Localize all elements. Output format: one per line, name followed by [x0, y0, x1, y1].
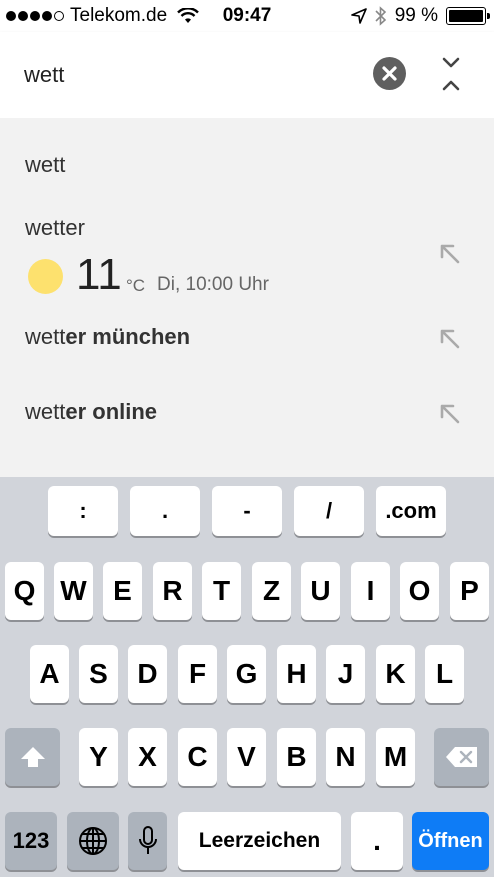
- fill-query-arrow-icon[interactable]: [438, 327, 464, 353]
- key-x[interactable]: X: [128, 728, 167, 786]
- key-slash[interactable]: /: [294, 486, 364, 536]
- key-f[interactable]: F: [178, 645, 217, 703]
- bluetooth-icon: [375, 6, 386, 26]
- key-a[interactable]: A: [30, 645, 69, 703]
- backspace-icon: [445, 747, 477, 767]
- suggestion-item[interactable]: wett: [25, 152, 65, 178]
- suggestion-text: wett: [25, 152, 66, 177]
- key-d[interactable]: D: [128, 645, 167, 703]
- microphone-icon: [138, 826, 157, 854]
- key-dotcom[interactable]: .com: [376, 486, 446, 536]
- suggestion-completion: er online: [65, 399, 158, 424]
- status-icons: 99 %: [350, 5, 490, 27]
- numbers-key[interactable]: 123: [5, 812, 57, 870]
- key-u[interactable]: U: [301, 562, 340, 620]
- collapse-icon: [442, 57, 460, 91]
- suggestion-prefix: wett: [25, 399, 66, 424]
- key-i[interactable]: I: [351, 562, 390, 620]
- key-t[interactable]: T: [202, 562, 241, 620]
- space-key[interactable]: Leerzeichen: [178, 812, 341, 870]
- temperature-unit: °C: [126, 276, 146, 295]
- key-e[interactable]: E: [103, 562, 142, 620]
- keyboard: : . - / .com Q W E R T Z U I O P A S D F…: [0, 477, 494, 877]
- key-n[interactable]: N: [326, 728, 365, 786]
- backspace-key[interactable]: [434, 728, 489, 786]
- battery-percentage: 99 %: [394, 5, 438, 26]
- key-m[interactable]: M: [376, 728, 415, 786]
- key-b[interactable]: B: [277, 728, 316, 786]
- key-colon[interactable]: :: [48, 486, 118, 536]
- suggestion-prefix: wett: [25, 324, 66, 349]
- key-q[interactable]: Q: [5, 562, 44, 620]
- search-input[interactable]: [24, 58, 354, 92]
- suggestion-list: wett wetter 11 °C Di, 10:00 Uhr wetter m…: [0, 118, 494, 477]
- clear-search-button[interactable]: [373, 57, 406, 90]
- key-y[interactable]: Y: [79, 728, 118, 786]
- key-v[interactable]: V: [227, 728, 266, 786]
- key-hyphen[interactable]: -: [212, 486, 282, 536]
- key-l[interactable]: L: [425, 645, 464, 703]
- temperature: 11: [76, 250, 122, 299]
- battery-icon: [446, 7, 490, 25]
- globe-key[interactable]: [67, 812, 119, 870]
- key-r[interactable]: R: [153, 562, 192, 620]
- key-h[interactable]: H: [277, 645, 316, 703]
- key-s[interactable]: S: [79, 645, 118, 703]
- key-z[interactable]: Z: [252, 562, 291, 620]
- status-bar: Telekom.de 09:47 99 %: [0, 0, 494, 32]
- key-k[interactable]: K: [376, 645, 415, 703]
- key-period[interactable]: .: [130, 486, 200, 536]
- open-button[interactable]: Öffnen: [412, 812, 489, 870]
- globe-icon: [79, 827, 107, 855]
- suggestion-text: wetter: [25, 215, 85, 240]
- fill-query-arrow-icon[interactable]: [438, 402, 464, 428]
- location-arrow-icon: [350, 8, 367, 24]
- suggestion-item[interactable]: wetter: [25, 215, 85, 241]
- shift-icon: [20, 747, 45, 767]
- dictation-key[interactable]: [128, 812, 167, 870]
- forecast-time: Di, 10:00 Uhr: [157, 274, 269, 295]
- suggestion-completion: er münchen: [65, 324, 191, 349]
- sun-icon: [28, 259, 63, 294]
- close-icon: [382, 66, 397, 81]
- key-j[interactable]: J: [326, 645, 365, 703]
- suggestion-item[interactable]: wetter münchen: [25, 324, 190, 350]
- key-g[interactable]: G: [227, 645, 266, 703]
- suggestion-item[interactable]: wetter online: [25, 399, 157, 425]
- shift-key[interactable]: [5, 728, 60, 786]
- search-header: [0, 32, 494, 118]
- period-key[interactable]: .: [351, 812, 403, 870]
- battery-fill: [449, 10, 483, 22]
- key-p[interactable]: P: [450, 562, 489, 620]
- collapse-button[interactable]: [436, 56, 466, 92]
- key-c[interactable]: C: [178, 728, 217, 786]
- weather-card[interactable]: 11 °C Di, 10:00 Uhr: [26, 250, 446, 306]
- key-o[interactable]: O: [400, 562, 439, 620]
- key-w[interactable]: W: [54, 562, 93, 620]
